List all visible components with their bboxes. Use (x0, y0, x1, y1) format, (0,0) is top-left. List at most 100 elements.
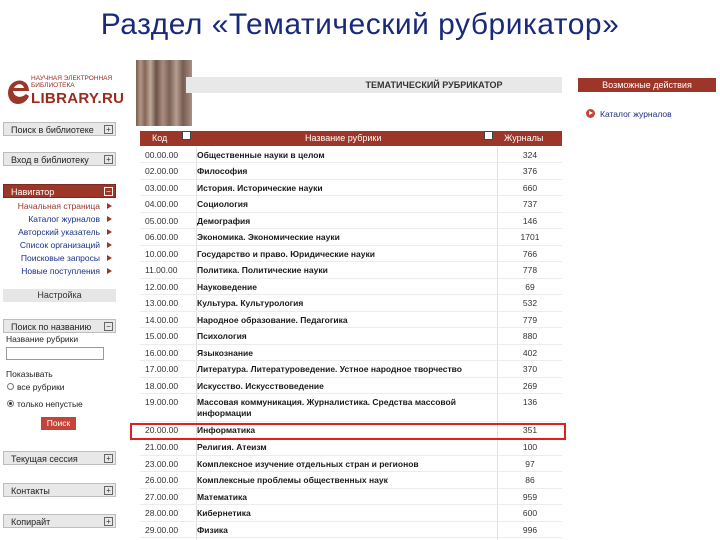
table-row[interactable]: 29.00.00 Физика 996 (140, 522, 562, 538)
arrow-bullet-icon (586, 109, 595, 118)
login-button[interactable]: Вход в библиотеку + (3, 152, 116, 166)
plus-icon[interactable]: + (104, 486, 113, 495)
nav-item-new[interactable]: Новые поступления (3, 265, 112, 277)
sort-name-icon[interactable] (484, 131, 493, 140)
table-row[interactable]: 10.00.00 Государство и право. Юридические… (140, 246, 562, 262)
navigator-header[interactable]: Навигатор − (3, 184, 116, 198)
plus-icon[interactable]: + (104, 125, 113, 134)
session-label: Текущая сессия (11, 454, 78, 464)
arrow-right-icon (107, 268, 112, 274)
row-name-link[interactable]: Общественные науки в целом (197, 150, 489, 161)
table-row[interactable]: 02.00.00 Философия 376 (140, 163, 562, 180)
row-count: 996 (522, 525, 538, 535)
plus-icon[interactable]: + (104, 517, 113, 526)
settings-button[interactable]: Настройка (3, 289, 116, 302)
row-code: 21.00.00 (145, 442, 179, 452)
table-row[interactable]: 15.00.00 Психология 880 (140, 328, 562, 345)
rubricator-banner: ТЕМАТИЧЕСКИЙ РУБРИКАТОР (186, 77, 562, 93)
table-row[interactable]: 23.00.00 Комплексное изучение отдельных с… (140, 456, 562, 472)
row-name-link[interactable]: Психология (197, 331, 489, 342)
row-code: 10.00.00 (145, 249, 179, 259)
rubric-name-input[interactable] (6, 347, 104, 360)
row-name-link[interactable]: Комплексные проблемы общественных наук (197, 475, 489, 486)
row-name-link[interactable]: История. Исторические науки (197, 183, 489, 194)
copyright-button[interactable]: Копирайт + (3, 514, 116, 528)
search-button[interactable]: Поиск (41, 417, 76, 430)
header-journals[interactable]: Журналы (504, 131, 543, 146)
search-library-label: Поиск в библиотеке (11, 125, 94, 135)
row-name-link[interactable]: Демография (197, 216, 489, 227)
search-library-button[interactable]: Поиск в библиотеке + (3, 122, 116, 136)
table-row[interactable]: 28.00.00 Кибернетика 600 (140, 505, 562, 522)
nav-item-organizations[interactable]: Список организаций (3, 239, 112, 251)
row-name-link[interactable]: Культура. Культурология (197, 298, 489, 309)
nav-item-authors[interactable]: Авторский указатель (3, 226, 112, 238)
table-row[interactable]: 06.00.00 Экономика. Экономические науки 17… (140, 229, 562, 246)
arrow-right-icon (107, 216, 112, 222)
row-name-link[interactable]: Философия (197, 166, 489, 177)
radio-all[interactable] (7, 383, 14, 390)
row-name-link[interactable]: Политика. Политические науки (197, 265, 489, 276)
row-name-link[interactable]: Комплексное изучение отдельных стран и р… (197, 459, 489, 470)
row-code: 11.00.00 (145, 265, 178, 275)
minus-icon[interactable]: − (104, 322, 113, 331)
row-name-link[interactable]: Науковедение (197, 282, 489, 293)
table-row[interactable]: 18.00.00 Искусство. Искусствоведение 269 (140, 378, 562, 394)
table-row[interactable]: 05.00.00 Демография 146 (140, 213, 562, 229)
table-row[interactable]: 11.00.00 Политика. Политические науки 778 (140, 262, 562, 279)
row-code: 26.00.00 (145, 475, 179, 485)
sort-code-icon[interactable] (182, 131, 191, 140)
row-name-link[interactable]: Математика (197, 492, 489, 503)
header-code[interactable]: Код (152, 131, 167, 146)
row-count: 600 (522, 508, 538, 518)
row-name-link[interactable]: Государство и право. Юридические науки (197, 249, 489, 260)
row-count: 69 (525, 282, 535, 292)
search-by-name-header[interactable]: Поиск по названию − (3, 319, 116, 333)
table-row[interactable]: 17.00.00 Литература. Литературоведение. У… (140, 361, 562, 378)
header-name[interactable]: Название рубрики (305, 131, 381, 146)
row-name-link[interactable]: Религия. Атеизм (197, 442, 489, 453)
row-name-link[interactable]: Физика (197, 525, 489, 536)
row-code: 23.00.00 (145, 459, 179, 469)
row-count: 136 (522, 397, 538, 407)
row-name-link[interactable]: Искусство. Искусствоведение (197, 381, 489, 392)
row-name-link[interactable]: Кибернетика (197, 508, 489, 519)
table-row[interactable]: 00.00.00 Общественные науки в целом 324 (140, 147, 562, 163)
table-row[interactable]: 12.00.00 Науковедение 69 (140, 279, 562, 295)
radio-nonempty[interactable] (7, 400, 14, 407)
row-count: 959 (522, 492, 538, 502)
table-row[interactable]: 16.00.00 Языкознание 402 (140, 345, 562, 361)
nav-item-home[interactable]: Начальная страница (3, 200, 112, 212)
row-name-link[interactable]: Языкознание (197, 348, 489, 359)
journals-catalog-link[interactable]: Каталог журналов (600, 109, 672, 119)
contacts-button[interactable]: Контакты + (3, 483, 116, 497)
row-name-link[interactable]: Массовая коммуникация. Журналистика. Сре… (197, 397, 489, 419)
logo-e-icon (8, 80, 29, 104)
nav-item-label: Новые поступления (21, 266, 100, 276)
elibrary-logo[interactable]: НАУЧНАЯ ЭЛЕКТРОННАЯ БИБЛИОТЕКА LIBRARY.R… (3, 74, 124, 110)
row-name-link[interactable]: Экономика. Экономические науки (197, 232, 489, 243)
nav-item-label: Авторский указатель (18, 227, 100, 237)
table-row[interactable]: 27.00.00 Математика 959 (140, 489, 562, 505)
table-row[interactable]: 03.00.00 История. Исторические науки 660 (140, 180, 562, 196)
row-code: 13.00.00 (145, 298, 179, 308)
table-row[interactable]: 13.00.00 Культура. Культурология 532 (140, 295, 562, 312)
row-count: 778 (522, 265, 538, 275)
nav-item-queries[interactable]: Поисковые запросы (3, 252, 112, 264)
table-row[interactable]: 21.00.00 Религия. Атеизм 100 (140, 439, 562, 456)
minus-icon[interactable]: − (104, 187, 113, 196)
table-row[interactable]: 19.00.00 Массовая коммуникация. Журналист… (140, 394, 562, 422)
logo-title: LIBRARY.RU (31, 90, 125, 107)
row-name-link[interactable]: Литература. Литературоведение. Устное на… (197, 364, 489, 375)
row-count: 269 (522, 381, 538, 391)
table-row[interactable]: 26.00.00 Комплексные проблемы общественны… (140, 472, 562, 489)
row-name-link[interactable]: Народное образование. Педагогика (197, 315, 489, 326)
row-code: 03.00.00 (145, 183, 179, 193)
table-row[interactable]: 14.00.00 Народное образование. Педагогика… (140, 312, 562, 328)
nav-item-journals[interactable]: Каталог журналов (3, 213, 112, 225)
table-row[interactable]: 04.00.00 Социология 737 (140, 196, 562, 213)
session-button[interactable]: Текущая сессия + (3, 451, 116, 465)
plus-icon[interactable]: + (104, 155, 113, 164)
row-name-link[interactable]: Социология (197, 199, 489, 210)
plus-icon[interactable]: + (104, 454, 113, 463)
